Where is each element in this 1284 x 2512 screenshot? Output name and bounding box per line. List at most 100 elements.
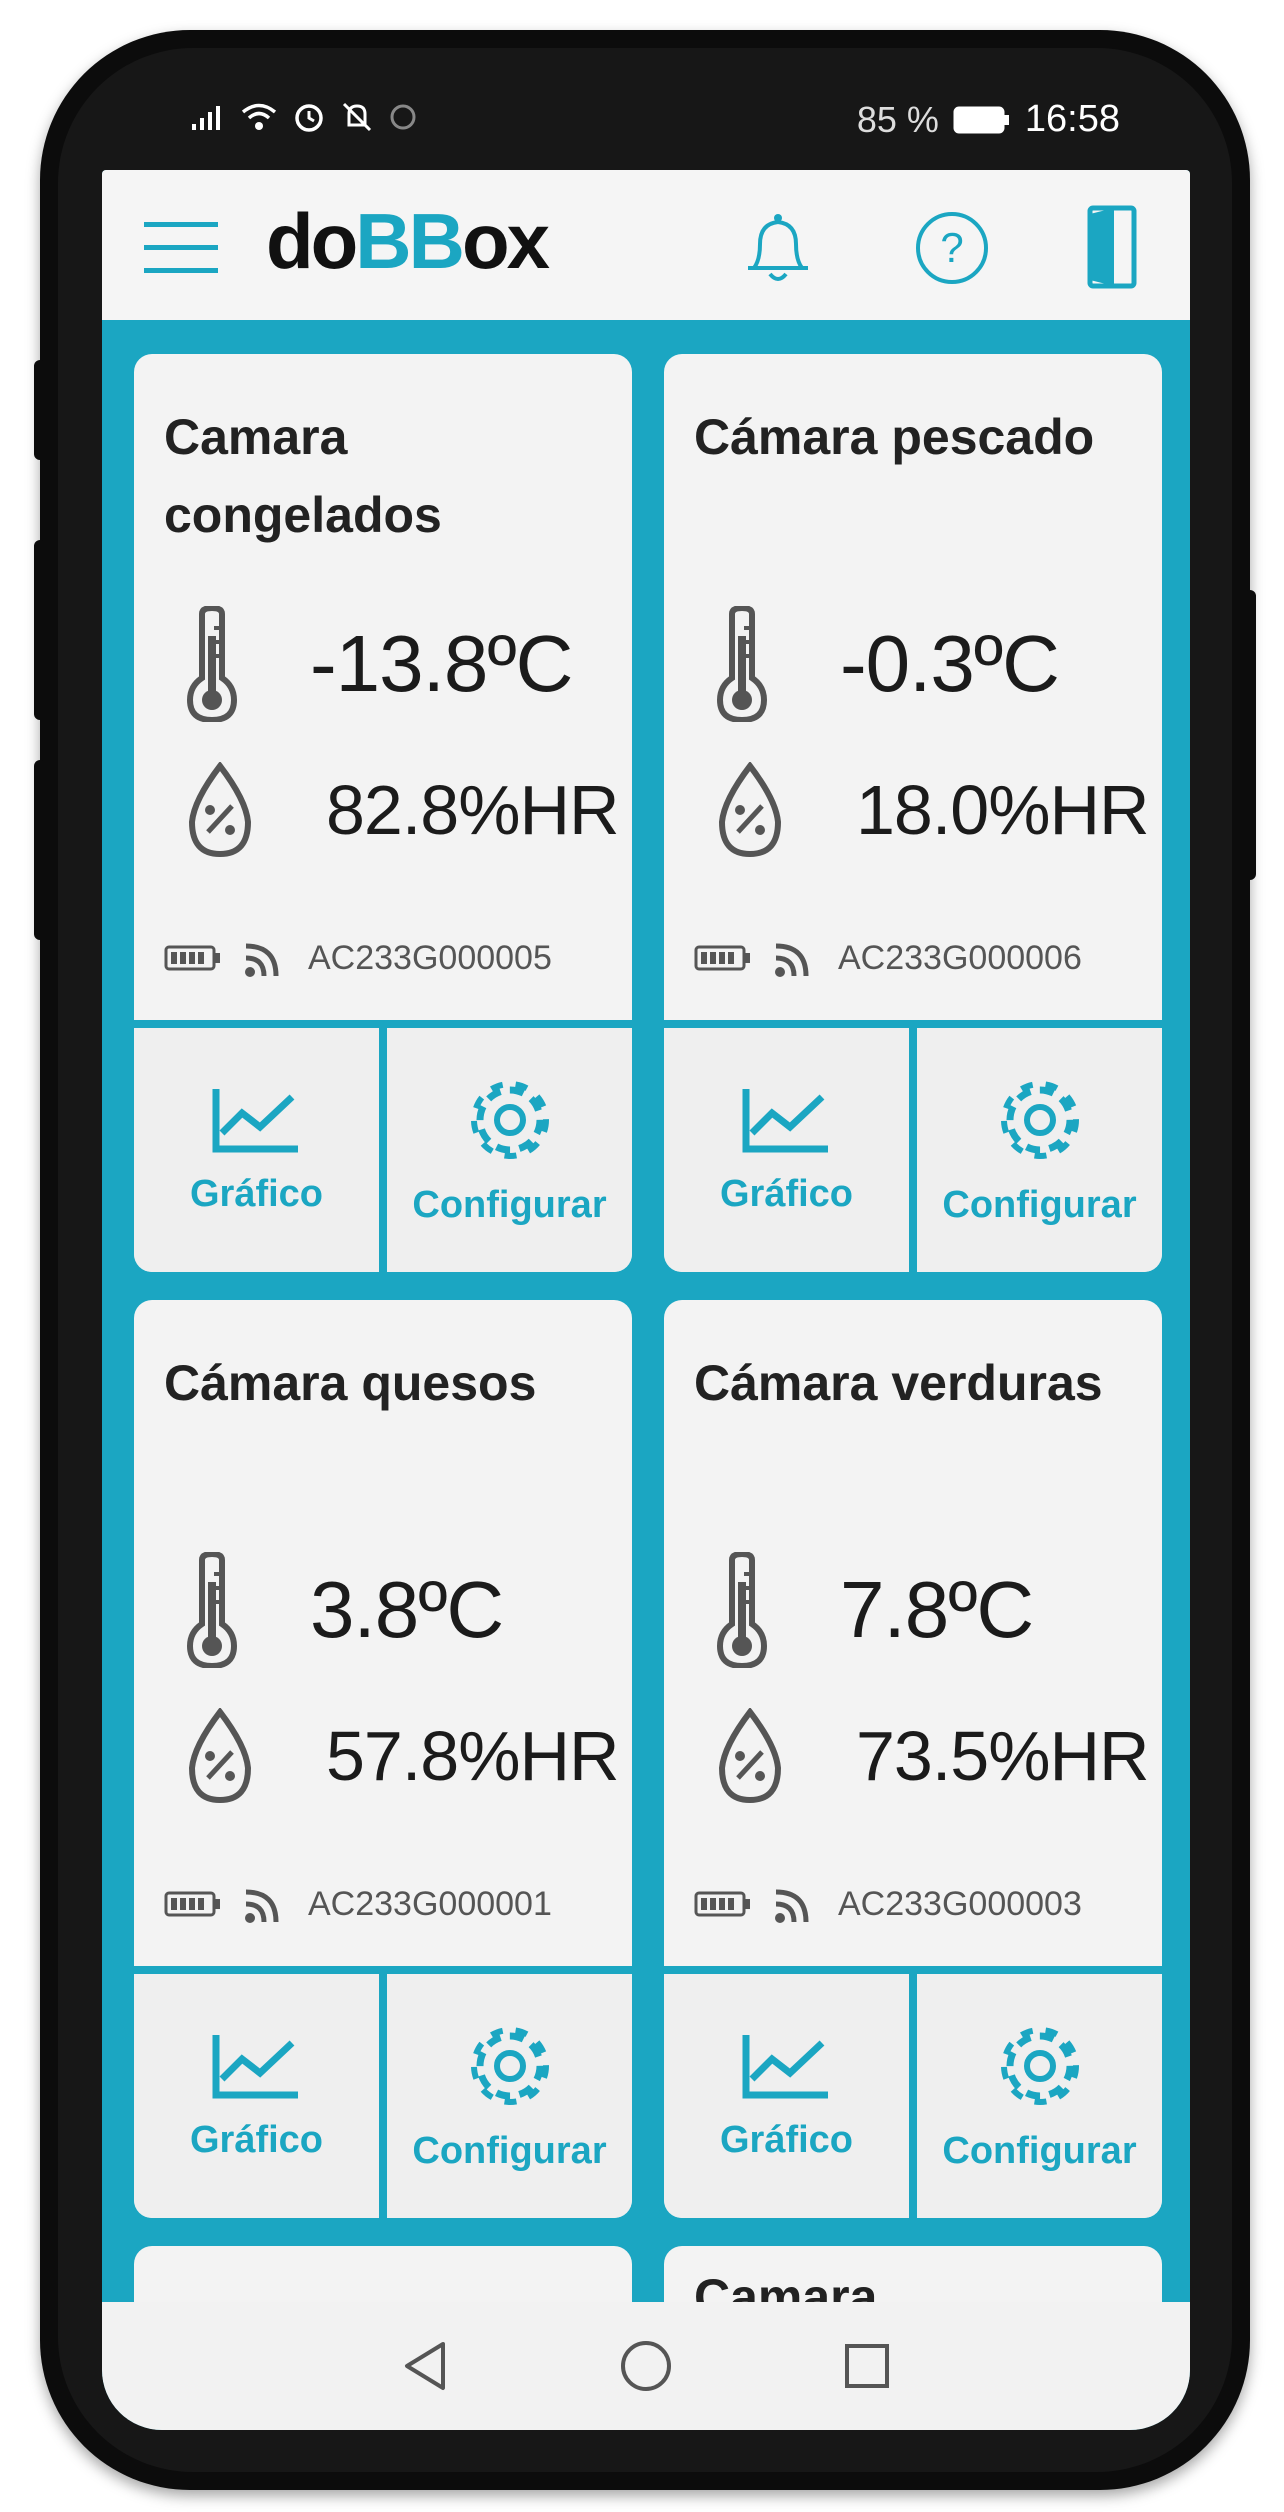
clock: 16:58	[1024, 98, 1120, 140]
humidity-row: 73.5%HR	[714, 1708, 1150, 1804]
humidity-drop-icon	[188, 762, 252, 858]
humidity-drop-icon	[718, 1708, 782, 1804]
humidity-value: 82.8%HR	[326, 771, 620, 849]
line-chart-icon	[212, 1088, 298, 1152]
card-title: Cámara pescado	[694, 409, 1095, 465]
sync-icon	[390, 104, 416, 130]
battery-level-icon	[164, 945, 220, 971]
gear-icon	[470, 2026, 549, 2105]
device-info: AC233G000001	[164, 1882, 552, 1926]
sensor-card[interactable]: Cámara pescado -0.3ºC 18.0%HR AC233G0000…	[664, 354, 1162, 1272]
device-info: AC233G000005	[164, 936, 552, 980]
gear-icon	[1000, 1080, 1079, 1159]
device-info: AC233G000003	[694, 1882, 1082, 1926]
thermometer-icon	[186, 606, 238, 722]
graph-button[interactable]: Gráfico	[664, 1966, 909, 2218]
card-actions: Gráfico Configurar	[664, 1020, 1162, 1272]
configure-button-label: Configurar	[942, 1183, 1137, 1226]
graph-button[interactable]: Gráfico	[134, 1020, 379, 1272]
battery-level-icon	[164, 1891, 220, 1917]
sensor-card[interactable]: Cámara quesos 3.8ºC 57.8%HR AC233G000001…	[134, 1300, 632, 2218]
temperature-value: 3.8ºC	[310, 1565, 504, 1654]
graph-button[interactable]: Gráfico	[664, 1020, 909, 1272]
card-actions: Gráfico Configurar	[664, 1966, 1162, 2218]
configure-button-label: Configurar	[942, 2129, 1137, 2172]
mute-icon	[342, 102, 372, 132]
temperature-row: 3.8ºC	[184, 1552, 504, 1668]
app-bar: doBBox ?	[102, 170, 1190, 320]
app-screen: doBBox ? Camara congelados -13.8ºC 82.8%…	[102, 170, 1190, 2430]
device-id: AC233G000003	[838, 1884, 1082, 1923]
battery-icon	[953, 106, 1009, 133]
humidity-value: 18.0%HR	[856, 771, 1150, 849]
phone-volume-button	[34, 540, 46, 720]
device-id: AC233G000006	[838, 938, 1082, 977]
logo-prefix: do	[266, 197, 358, 285]
humidity-drop-icon	[188, 1708, 252, 1804]
card-actions: Gráfico Configurar	[134, 1966, 632, 2218]
bell-icon[interactable]	[742, 210, 814, 286]
card-actions: Gráfico Configurar	[134, 1020, 632, 1272]
temperature-row: -13.8ºC	[184, 606, 573, 722]
exit-icon[interactable]	[1086, 204, 1138, 290]
phone-power-button	[1244, 590, 1256, 880]
humidity-value: 73.5%HR	[856, 1717, 1150, 1795]
status-bar: 85 % 16:58	[102, 78, 1190, 170]
device-id: AC233G000001	[308, 1884, 552, 1923]
thermometer-icon	[716, 1552, 768, 1668]
back-icon[interactable]	[401, 2340, 449, 2392]
card-title: Cámara quesos	[164, 1355, 537, 1411]
temperature-value: 7.8ºC	[840, 1565, 1034, 1654]
battery-percent: 85 %	[856, 98, 939, 140]
humidity-value: 57.8%HR	[326, 1717, 620, 1795]
graph-button[interactable]: Gráfico	[134, 1966, 379, 2218]
status-icons-right: 85 % 16:58	[857, 98, 1120, 141]
recents-icon[interactable]	[843, 2342, 891, 2390]
device-id: AC233G000005	[308, 938, 552, 977]
wireless-signal-icon	[245, 1889, 279, 1923]
sensor-card[interactable]: Cámara verduras 7.8ºC 73.5%HR AC233G0000…	[664, 1300, 1162, 2218]
configure-button[interactable]: Configurar	[909, 1966, 1162, 2218]
thermometer-icon	[716, 606, 768, 722]
card-title: Cámara verduras	[694, 1355, 1103, 1411]
gear-icon	[1000, 2026, 1079, 2105]
device-info: AC233G000006	[694, 936, 1082, 980]
sensor-card[interactable]: Camara congelados -13.8ºC 82.8%HR AC233G…	[134, 354, 632, 1272]
menu-icon[interactable]	[144, 222, 218, 274]
help-icon[interactable]: ?	[914, 210, 990, 286]
temperature-value: -0.3ºC	[840, 619, 1060, 708]
configure-button-label: Configurar	[412, 2129, 607, 2172]
graph-button-label: Gráfico	[189, 1172, 324, 1215]
graph-button-label: Gráfico	[189, 2118, 324, 2161]
humidity-drop-icon	[718, 762, 782, 858]
gear-icon	[470, 1080, 549, 1159]
system-navigation-bar	[102, 2302, 1190, 2430]
svg-text:?: ?	[940, 224, 963, 271]
thermometer-icon	[186, 1552, 238, 1668]
home-icon[interactable]	[619, 2339, 673, 2393]
logo-highlight: BB	[355, 197, 465, 285]
temperature-row: 7.8ºC	[714, 1552, 1034, 1668]
configure-button[interactable]: Configurar	[909, 1020, 1162, 1272]
configure-button[interactable]: Configurar	[379, 1020, 632, 1272]
humidity-row: 18.0%HR	[714, 762, 1150, 858]
configure-button[interactable]: Configurar	[379, 1966, 632, 2218]
wireless-signal-icon	[245, 943, 279, 977]
card-title: Camara congelados	[164, 409, 442, 543]
battery-level-icon	[694, 1891, 750, 1917]
humidity-row: 82.8%HR	[184, 762, 620, 858]
wireless-signal-icon	[775, 1889, 809, 1923]
temperature-value: -13.8ºC	[310, 619, 573, 708]
line-chart-icon	[742, 1088, 828, 1152]
status-icons-left	[190, 100, 418, 134]
phone-side-button	[34, 360, 46, 460]
graph-button-label: Gráfico	[719, 1172, 854, 1215]
line-chart-icon	[742, 2034, 828, 2098]
wireless-signal-icon	[775, 943, 809, 977]
temperature-row: -0.3ºC	[714, 606, 1060, 722]
wifi-icon	[241, 103, 277, 130]
humidity-row: 57.8%HR	[184, 1708, 620, 1804]
logo-suffix: ox	[461, 197, 550, 285]
line-chart-icon	[212, 2034, 298, 2098]
alarm-icon	[295, 104, 323, 132]
